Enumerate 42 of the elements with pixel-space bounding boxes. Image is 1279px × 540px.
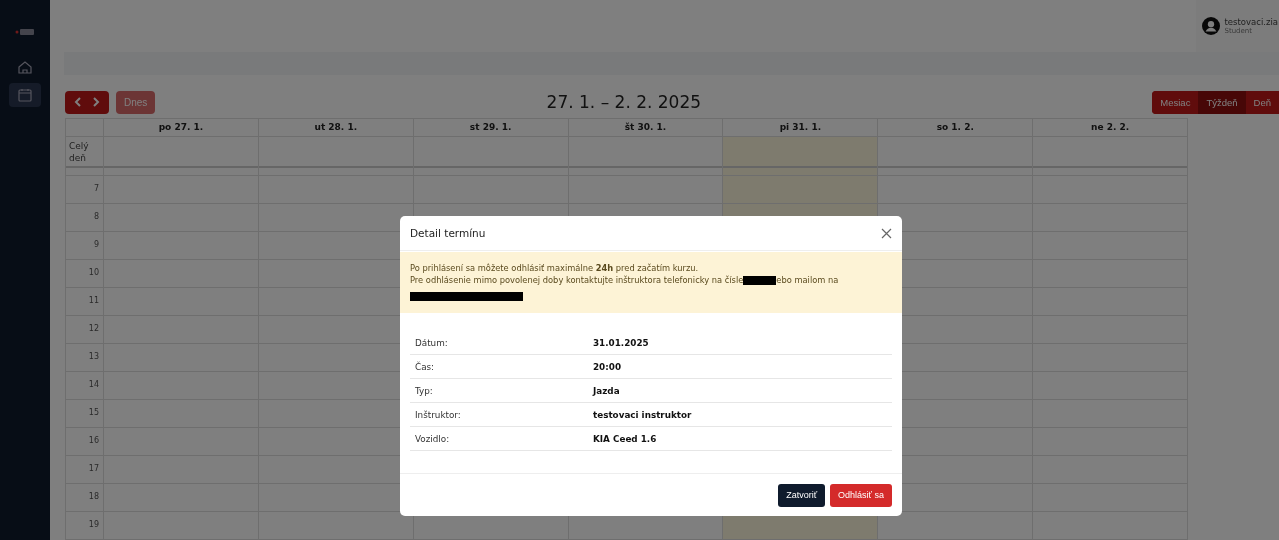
logo-icon [15,27,35,37]
chevron-left-icon [74,97,82,108]
detail-label: Čas: [415,361,436,372]
detail-value: 20:00 [593,361,621,372]
notice-text: Pre odhlásenie mimo povolenej doby kontaktujte inštruktora telefonicky na čísle [410,274,744,286]
detail-label: Dátum: [415,337,449,348]
home-icon [17,59,33,75]
detail-label: Typ: [415,385,434,396]
hour-label: 10 [66,260,103,288]
redaction-bar [743,275,777,285]
detail-value: Jazda [593,385,620,396]
notice-text: Po prihlásení sa môžete odhlásiť maximálne 24h pred začatím kurzu. [410,262,700,274]
close-icon[interactable] [881,227,892,239]
hour-label: 13 [66,344,103,372]
today-button[interactable]: Dnes [116,90,156,114]
detail-label: Vozidlo: [415,433,451,444]
calendar-icon [17,87,33,103]
detail-label: Inštruktor: [415,409,462,420]
hour-label: 15 [66,400,103,428]
user-name: testovaci.zia [1224,17,1278,27]
detail-value: testovaci instruktor [593,409,692,420]
close-button[interactable]: Zatvoriť [778,483,826,507]
hour-label: 17 [66,456,103,484]
hour-label: 16 [66,428,103,456]
hour-label: 12 [66,316,103,344]
notice-text: ebo mailom na [776,274,839,286]
hour-label: 19 [66,512,103,540]
view-tab[interactable]: Týždeň [1198,90,1246,114]
chevron-right-icon [92,97,100,108]
user-avatar-icon [1202,17,1221,35]
dialog-title: Detail termínu [410,227,486,239]
detail-value: 31.01.2025 [593,337,649,348]
hour-label: 8 [66,204,103,232]
sign-out-button[interactable]: Odhlásiť sa [830,483,892,507]
hour-label: 14 [66,372,103,400]
hour-label: 7 [66,176,103,204]
hour-label: 11 [66,288,103,316]
sidebar-item[interactable] [9,83,41,107]
hour-label: 18 [66,484,103,512]
hour-label: 9 [66,232,103,260]
date-range-title: 27. 1. – 2. 2. 2025 [545,92,703,113]
detail-value: KIA Ceed 1.6 [593,433,657,444]
